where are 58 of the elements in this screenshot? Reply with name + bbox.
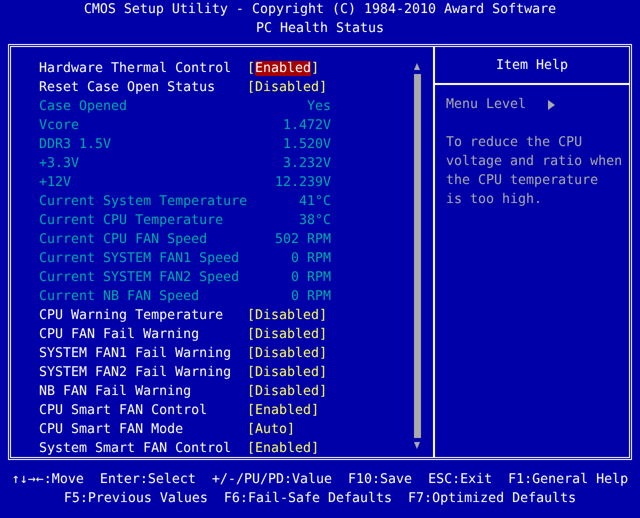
- reading-value: 1.520V: [282, 136, 331, 154]
- setting-label: SYSTEM FAN1 Fail Warning: [39, 345, 232, 363]
- reading-value: 12.239V: [274, 174, 331, 192]
- setting-label: CPU Warning Temperature: [39, 307, 224, 325]
- setting-label: Current System Temperature: [39, 193, 247, 211]
- setting-label: NB FAN Fail Warning: [39, 383, 192, 401]
- help-text: To reduce the CPU voltage and ratio when the CPU temperature is too high.: [446, 134, 624, 209]
- key-hint: F5:Previous Values: [64, 490, 208, 508]
- setting-label: +12V: [39, 174, 72, 192]
- reading-value: 1.472V: [282, 117, 331, 135]
- reading-value: Yes: [306, 98, 331, 116]
- setting-label: SYSTEM FAN2 Fail Warning: [39, 364, 232, 382]
- setting-label: CPU Smart FAN Mode: [39, 421, 184, 439]
- setting-value[interactable]: [Disabled]: [247, 78, 328, 97]
- key-hint: ↑↓→←:Move: [12, 471, 84, 489]
- key-hint: F6:Fail-Safe Defaults: [224, 490, 392, 508]
- setting-label: Case Opened: [39, 98, 128, 116]
- setting-label: Hardware Thermal Control: [39, 60, 232, 78]
- reading-value: 38°C: [298, 212, 331, 230]
- utility-title: CMOS Setup Utility - Copyright (C) 1984-2010 Award Software: [84, 1, 556, 19]
- page-title: PC Health Status: [256, 20, 384, 38]
- setting-value[interactable]: [Disabled]: [247, 382, 328, 401]
- reading-value: 0 RPM: [290, 269, 331, 287]
- setting-label: CPU FAN Fail Warning: [39, 326, 200, 344]
- setting-label: Current CPU Temperature: [39, 212, 224, 230]
- setting-label: Current SYSTEM FAN1 Speed: [39, 250, 240, 268]
- key-hint: F1:General Help: [508, 471, 628, 489]
- key-hint: +/-/PU/PD:Value: [212, 471, 332, 489]
- scroll-down-icon[interactable]: [414, 442, 420, 449]
- triangle-right-icon: [548, 100, 556, 110]
- key-hint: F10:Save: [348, 471, 412, 489]
- setting-label: Current NB FAN Speed: [39, 288, 200, 306]
- setting-value[interactable]: [Disabled]: [247, 344, 328, 363]
- key-hint: ESC:Exit: [428, 471, 492, 489]
- setting-label: DDR3 1.5V: [39, 136, 112, 154]
- setting-label: Reset Case Open Status: [39, 79, 216, 97]
- setting-value[interactable]: [Enabled]: [247, 439, 320, 458]
- setting-label: CPU Smart FAN Control: [39, 402, 208, 420]
- setting-value[interactable]: [Enabled]: [247, 401, 320, 420]
- reading-value: 41°C: [298, 193, 331, 211]
- setting-label: Vcore: [39, 117, 80, 135]
- scrollbar-thumb[interactable]: [414, 74, 420, 438]
- menu-level-label: Menu Level: [446, 96, 526, 114]
- key-hint: Enter:Select: [100, 471, 196, 489]
- setting-label: Current SYSTEM FAN2 Speed: [39, 269, 240, 287]
- setting-label: System Smart FAN Control: [39, 440, 232, 458]
- setting-label: +3.3V: [39, 155, 80, 173]
- setting-value[interactable]: [Disabled]: [247, 325, 328, 344]
- reading-value: 3.232V: [282, 155, 331, 173]
- reading-value: 502 RPM: [274, 231, 331, 249]
- setting-label: Current CPU FAN Speed: [39, 231, 208, 249]
- setting-value[interactable]: [Disabled]: [247, 363, 328, 382]
- help-title: Item Help: [496, 56, 568, 74]
- setting-value[interactable]: [Auto]: [247, 420, 296, 439]
- setting-value[interactable]: [Disabled]: [247, 306, 328, 325]
- reading-value: 0 RPM: [290, 288, 331, 306]
- key-hint: F7:Optimized Defaults: [408, 490, 576, 508]
- reading-value: 0 RPM: [290, 250, 331, 268]
